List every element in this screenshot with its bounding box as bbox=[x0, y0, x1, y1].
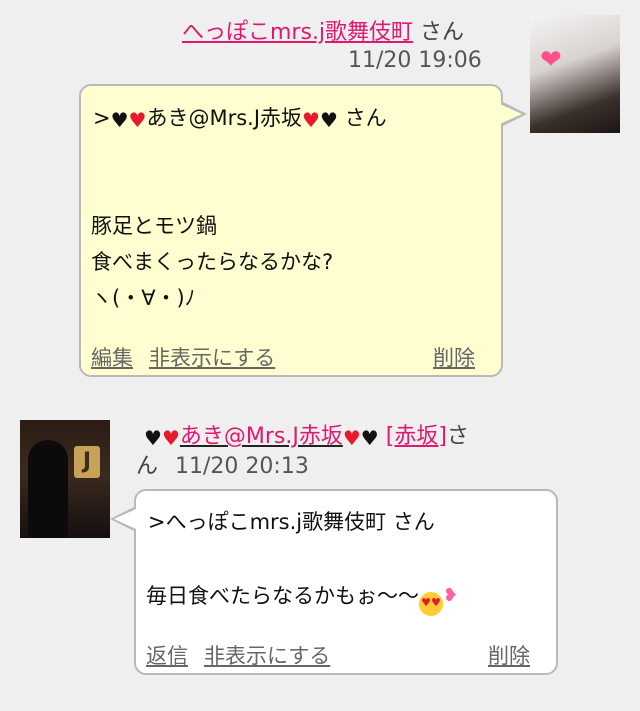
heart-sticker-icon: ❤ bbox=[540, 45, 562, 75]
msg2-header: ♥♥あき@Mrs.J赤坂♥♥ [赤坂]さ bbox=[144, 424, 469, 451]
person-silhouette-icon bbox=[28, 440, 68, 538]
msg2-delete-link[interactable]: 削除 bbox=[488, 640, 530, 670]
msg1-reply-suffix: さん bbox=[344, 106, 387, 130]
msg2-honorific-b: ん bbox=[136, 454, 159, 479]
msg2-honorific-a: さ bbox=[446, 424, 469, 449]
msg1-reply-name: あき@Mrs.J赤坂 bbox=[146, 106, 303, 130]
msg1-body-line: 食べまくったらなるかな? bbox=[91, 250, 334, 274]
black-heart-icon: ♥ bbox=[360, 426, 379, 450]
two-hearts-emoji-icon: ❥ bbox=[443, 585, 459, 606]
msg1-bubble-tail-inner bbox=[500, 104, 522, 124]
red-heart-icon: ♥ bbox=[128, 108, 147, 132]
msg2-body-line: 毎日食べたらなるかもぉ〜〜 ♥♥ ❥ bbox=[146, 578, 458, 616]
msg1-delete-link[interactable]: 削除 bbox=[433, 342, 475, 372]
msg1-body-line: ヽ(・∀・)ﾉ bbox=[91, 286, 196, 310]
msg1-honorific: さん bbox=[420, 20, 465, 45]
msg2-area-tag[interactable]: [赤坂] bbox=[386, 424, 447, 449]
msg2-author-link[interactable]: ♥♥あき@Mrs.J赤坂♥♥ bbox=[144, 424, 379, 450]
black-heart-icon: ♥ bbox=[319, 108, 338, 132]
msg1-reply-line: >♥♥あき@Mrs.J赤坂♥♥ さん bbox=[93, 100, 387, 138]
msg1-edit-link[interactable]: 編集 bbox=[91, 342, 133, 372]
red-heart-icon: ♥ bbox=[342, 426, 361, 450]
msg2-hide-link[interactable]: 非表示にする bbox=[204, 640, 330, 670]
avatar-hepppoko[interactable]: ❤ bbox=[530, 15, 620, 133]
sign-j-icon: J bbox=[74, 446, 100, 478]
msg1-author-link[interactable]: へっぽこmrs.j歌舞伎町 bbox=[182, 20, 413, 45]
msg2-reply-line: >へっぽこmrs.j歌舞伎町 さん bbox=[148, 510, 435, 534]
reply-prefix: > bbox=[93, 106, 111, 130]
black-heart-icon: ♥ bbox=[144, 426, 162, 450]
msg1-hide-link[interactable]: 非表示にする bbox=[149, 342, 275, 372]
msg2-body-text: 毎日食べたらなるかもぉ〜〜 bbox=[146, 584, 419, 608]
msg2-header-line2: ん 11/20 20:13 bbox=[136, 454, 309, 480]
msg2-reply-link[interactable]: 返信 bbox=[146, 640, 188, 670]
msg2-bubble-tail-inner bbox=[114, 509, 136, 529]
msg1-body-line: 豚足とモツ鍋 bbox=[91, 214, 217, 238]
avatar-aki[interactable]: J bbox=[20, 420, 110, 538]
heart-eyes-emoji-icon: ♥♥ bbox=[419, 592, 443, 616]
msg2-author-name: あき@Mrs.J赤坂 bbox=[179, 424, 343, 449]
msg2-timestamp: 11/20 20:13 bbox=[175, 454, 309, 479]
black-heart-icon: ♥ bbox=[110, 108, 129, 132]
msg1-header: へっぽこmrs.j歌舞伎町 さん bbox=[182, 20, 464, 46]
msg1-timestamp: 11/20 19:06 bbox=[348, 48, 482, 73]
red-heart-icon: ♥ bbox=[302, 108, 320, 132]
red-heart-icon: ♥ bbox=[161, 426, 180, 450]
